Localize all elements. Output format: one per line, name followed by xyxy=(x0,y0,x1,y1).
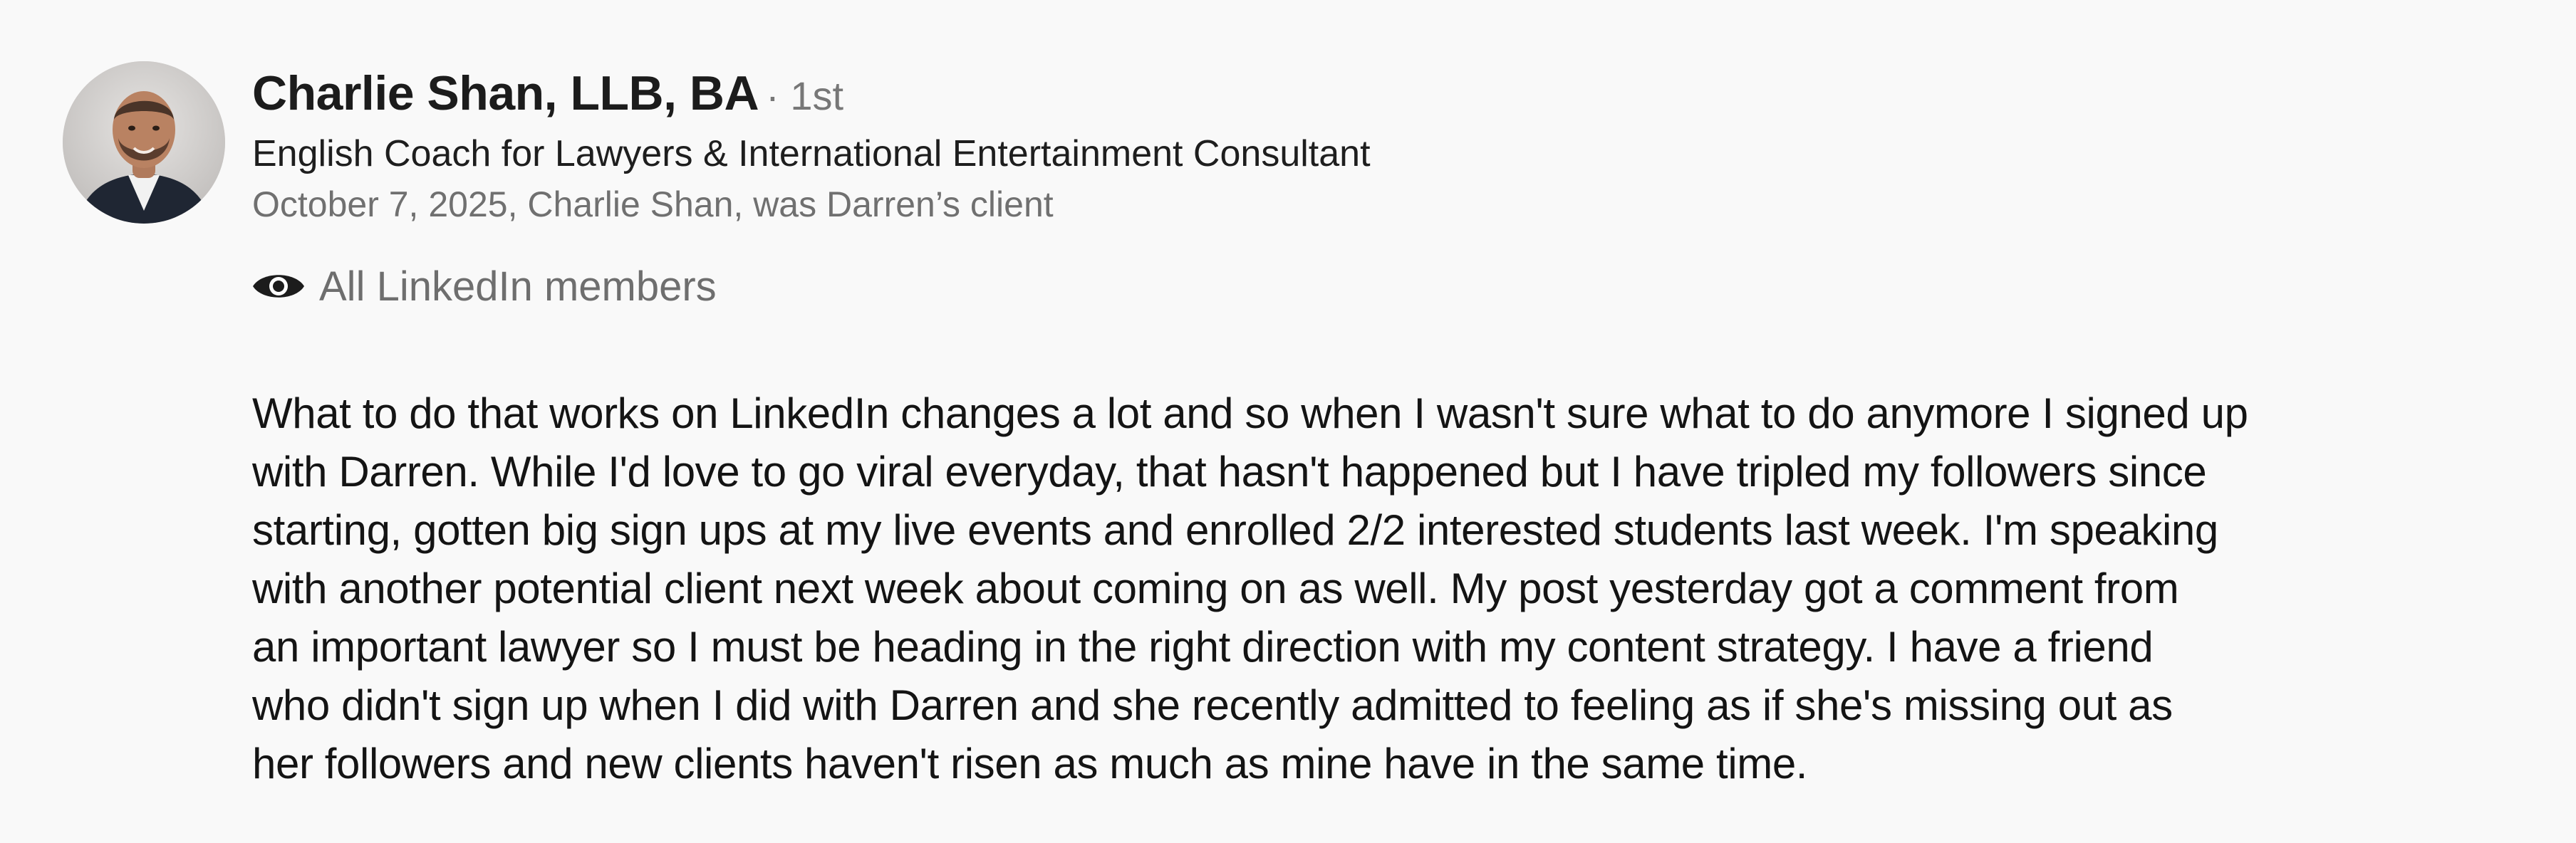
body-line: with Darren. While I'd love to go viral … xyxy=(252,448,2207,496)
body-line: who didn't sign up when I did with Darre… xyxy=(252,681,2173,729)
connection-degree: · 1st xyxy=(766,73,844,118)
body-line: her followers and new clients haven't ri… xyxy=(252,740,1808,787)
recommendation-card: Charlie Shan, LLB, BA · 1st English Coac… xyxy=(0,0,2576,843)
body-line: starting, gotten big sign ups at my live… xyxy=(252,506,2218,554)
visibility-indicator: All LinkedIn members xyxy=(251,258,717,315)
author-name[interactable]: Charlie Shan, LLB, BA xyxy=(252,66,759,121)
author-name-line: Charlie Shan, LLB, BA · 1st xyxy=(252,66,843,130)
body-line: with another potential client next week … xyxy=(252,565,2179,612)
author-headline: English Coach for Lawyers & Internationa… xyxy=(252,133,1371,174)
body-line: an important lawyer so I must be heading… xyxy=(252,623,2154,671)
recommendation-meta: October 7, 2025, Charlie Shan, was Darre… xyxy=(252,184,1054,224)
body-line: What to do that works on LinkedIn change… xyxy=(252,389,2248,437)
avatar-photo-icon xyxy=(63,61,225,224)
author-avatar[interactable] xyxy=(63,61,225,224)
eye-icon xyxy=(251,268,306,304)
visibility-label: All LinkedIn members xyxy=(319,263,717,310)
recommendation-body: What to do that works on LinkedIn change… xyxy=(252,384,2518,793)
